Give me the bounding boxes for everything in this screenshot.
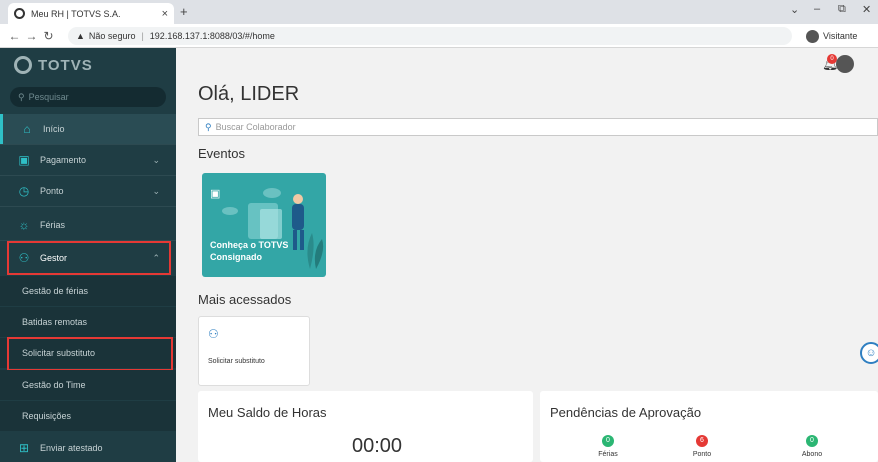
profile-icon [806,29,819,43]
main-content: 🔔︎ 0 Olá, LIDER ⚲ Buscar Colaborador Eve… [176,48,878,462]
sidebar-subitem-gestao-time[interactable]: Gestão do Time [0,370,176,400]
hours-value: 00:00 [352,435,403,457]
pending-ponto[interactable]: 6 Ponto [682,435,722,458]
chevron-down-icon: ⌄ [152,185,160,196]
browser-tab-bar: Meu RH | TOTVS S.A. × + ⌄ – ⧉ ✕ [0,0,878,24]
collaborator-search-input[interactable]: ⚲ Buscar Colaborador [198,118,878,136]
page-title: Olá, LIDER [198,83,300,105]
pending-ferias[interactable]: 0 Férias [588,435,628,458]
quick-access-label: Solicitar substituto [208,358,265,365]
totvs-logo[interactable]: TOTVS [14,56,93,74]
sidebar-search-placeholder: Pesquisar [28,92,69,102]
sidebar-subitem-gestao-ferias[interactable]: Gestão de férias [0,276,176,306]
tab-title: Meu RH | TOTVS S.A. [31,8,121,19]
sidebar-search-input[interactable]: ⚲ Pesquisar [10,87,166,107]
collaborator-search-placeholder: Buscar Colaborador [215,122,296,132]
sidebar-item-ferias[interactable]: ☼ Férias [0,210,176,240]
help-button[interactable]: ☺ [860,342,878,364]
sidebar-item-inicio[interactable]: ⌂ Início [0,114,176,144]
search-icon: ⚲ [18,91,25,102]
upload-icon: ⊞ [18,441,30,455]
pending-approvals-panel: Pendências de Aprovação 0 Férias 6 Ponto… [540,391,878,462]
highlight-gestor [7,241,171,275]
event-card-consignado[interactable]: ▣ Conheça o TOTVS Consignado [202,173,326,277]
pending-count-badge: 0 [806,435,818,447]
clock-icon: ◷ [18,184,30,198]
address-bar-row: ← → ↻ ▲ Não seguro | 192.168.137.1:8088/… [0,24,878,48]
url-text: 192.168.137.1:8088/03/#/home [149,31,275,41]
sidebar-subitem-requisicoes[interactable]: Requisições [0,401,176,431]
logo-text: TOTVS [38,56,93,74]
pending-label: Abono [801,451,823,458]
events-title: Eventos [198,146,245,161]
sidebar-item-label: Requisições [22,411,72,421]
home-icon: ⌂ [23,122,31,136]
warning-icon: ▲ [76,31,85,41]
wallet-icon: ▣ [18,153,30,167]
security-warning: Não seguro [88,31,136,41]
pending-count-badge: 0 [602,435,614,447]
hours-balance-panel: Meu Saldo de Horas 00:00 [198,391,533,462]
search-icon: ⚲ [205,121,212,132]
user-avatar[interactable] [836,55,854,73]
users-icon: ⚇ [208,327,219,341]
sidebar-item-label: Ponto [40,186,64,196]
sidebar-item-label: Batidas remotas [22,317,88,327]
sidebar-item-label: Férias [40,220,66,230]
tab-search-chevron-icon[interactable]: ⌄ [790,3,799,16]
close-tab-icon[interactable]: × [162,8,168,20]
browser-tab[interactable]: Meu RH | TOTVS S.A. × [8,3,174,24]
restore-button[interactable]: ⧉ [838,3,846,16]
url-field[interactable]: ▲ Não seguro | 192.168.137.1:8088/03/#/h… [68,27,792,45]
forward-icon[interactable]: → [23,29,40,43]
event-card-label: Conheça o TOTVS Consignado [210,240,289,262]
url-separator: | [141,31,144,41]
profile-button[interactable]: Visitante [806,27,857,45]
most-accessed-title: Mais acessados [198,292,292,307]
profile-label: Visitante [823,31,858,41]
totvs-logo-icon [14,56,32,74]
sidebar-item-pagamento[interactable]: ▣ Pagamento ⌄ [0,145,176,175]
quick-access-solicitar-substituto[interactable]: ⚇ Solicitar substituto [198,316,310,386]
pending-count-badge: 6 [696,435,708,447]
sidebar: TOTVS ⚲ Pesquisar ⌂ Início ▣ Pagamento ⌄… [0,48,176,462]
highlight-solicitar-substituto [7,337,173,371]
hours-panel-title: Meu Saldo de Horas [208,405,327,420]
sun-icon: ☼ [18,218,30,232]
minimize-button[interactable]: – [814,3,820,15]
sidebar-item-label: Início [43,124,65,134]
pending-panel-title: Pendências de Aprovação [550,405,702,420]
back-icon[interactable]: ← [6,29,23,43]
sidebar-item-enviar-atestado[interactable]: ⊞ Enviar atestado [0,433,176,462]
sidebar-item-ponto[interactable]: ◷ Ponto ⌄ [0,176,176,206]
pending-label: Ponto [692,451,712,458]
new-tab-button[interactable]: + [180,4,188,19]
sidebar-item-label: Enviar atestado [40,443,103,453]
close-window-button[interactable]: ✕ [862,3,871,16]
sidebar-item-label: Gestão de férias [22,286,89,296]
pending-abono[interactable]: 0 Abono [792,435,832,458]
chevron-down-icon: ⌄ [152,154,160,165]
sidebar-item-label: Pagamento [40,155,87,165]
chat-icon: ☺ [865,347,877,359]
pending-label: Férias [598,451,618,458]
sidebar-item-label: Gestão do Time [22,380,86,390]
reload-icon[interactable]: ↻ [40,29,57,43]
sidebar-subitem-batidas-remotas[interactable]: Batidas remotas [0,307,176,337]
wallet-icon: ▣ [210,188,221,200]
totvs-favicon-icon [14,8,25,19]
divider [0,206,176,207]
